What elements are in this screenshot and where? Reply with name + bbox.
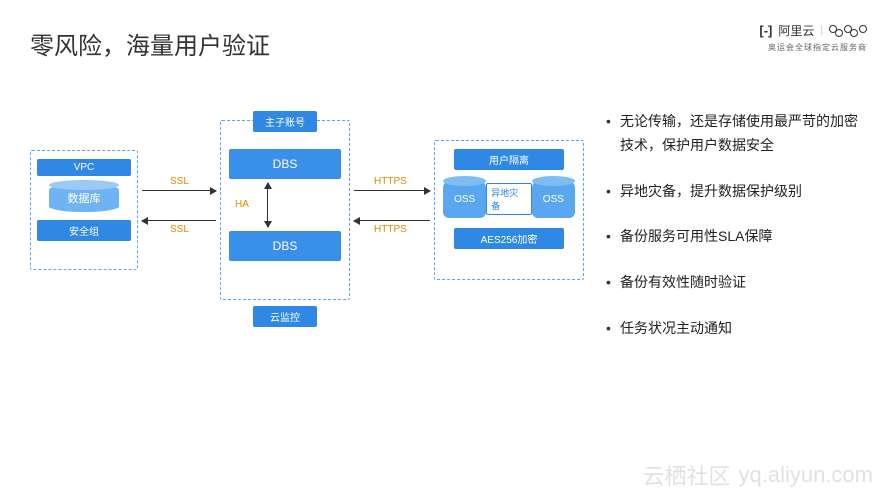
tag-user-isolation: 用户隔离 [454,149,564,170]
watermark-url: yq.aliyun.com [738,462,873,488]
brand-logo-block: [-] 阿里云 | 奥运会全球指定云服务商 [759,22,867,53]
list-item: 异地灾备，提升数据保护级别 [606,180,861,204]
oss-bucket-1-icon: OSS [443,180,486,218]
tag-vpc: VPC [37,159,131,176]
olympic-rings-icon [829,25,867,37]
label-ssl-1: SSL [170,176,189,187]
oss-bucket-2-icon: OSS [532,180,575,218]
arrow-ssl-right [142,190,216,191]
tag-account: 主子账号 [253,111,317,132]
node-dbs-1: DBS [229,149,341,179]
arrow-https-left [354,220,430,221]
tag-aes256: AES256加密 [454,228,564,249]
feature-list: 无论传输，还是存储使用最严苛的加密技术，保护用户数据安全 异地灾备，提升数据保护… [606,110,861,363]
watermark: 云栖社区 yq.aliyun.com [642,459,873,491]
group-dbs: 主子账号 DBS HA DBS 云监控 [220,120,350,300]
brand-bracket-icon: [-] [759,23,772,38]
database-label: 数据库 [49,190,119,206]
watermark-text-cn: 云栖社区 [642,459,730,491]
list-item: 备份服务可用性SLA保障 [606,225,861,249]
label-https-2: HTTPS [374,224,407,235]
architecture-diagram: VPC 数据库 安全组 主子账号 DBS HA DBS 云监控 用户隔离 OSS… [30,120,570,320]
list-item: 备份有效性随时验证 [606,271,861,295]
tag-cloud-monitor: 云监控 [253,306,317,327]
slide-title: 零风险，海量用户验证 [30,26,270,61]
arrow-ha-vertical [267,183,268,227]
node-dbs-2: DBS [229,231,341,261]
group-source: VPC 数据库 安全组 [30,150,138,270]
group-oss: 用户隔离 OSS 异地灾备 OSS AES256加密 [434,140,584,280]
label-ssl-2: SSL [170,224,189,235]
arrow-https-right [354,190,430,191]
list-item: 任务状况主动通知 [606,317,861,341]
list-item: 无论传输，还是存储使用最严苛的加密技术，保护用户数据安全 [606,110,861,158]
label-ha: HA [235,199,249,210]
database-icon: 数据库 [49,184,119,212]
brand-name: 阿里云 [778,22,814,39]
arrow-ssl-left [142,220,216,221]
brand-tagline: 奥运会全球指定云服务商 [759,42,867,53]
tag-remote-dr: 异地灾备 [486,183,531,215]
tag-security-group: 安全组 [37,220,131,241]
label-https-1: HTTPS [374,176,407,187]
